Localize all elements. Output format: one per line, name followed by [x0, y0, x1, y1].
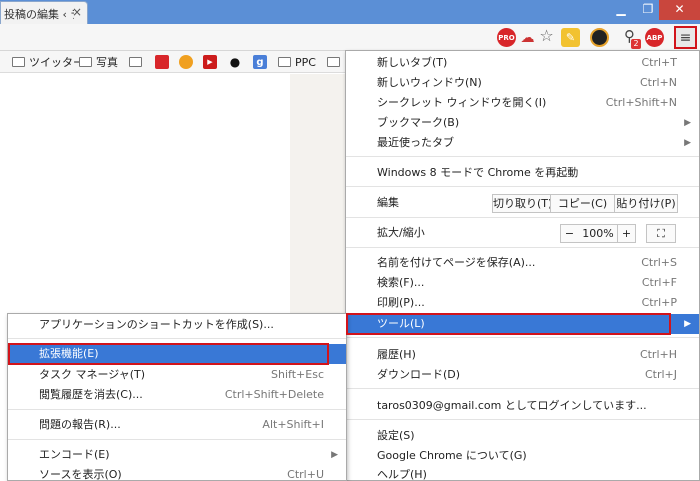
- menu-row-zoom: 拡大/縮小 − 100% + ⛶: [346, 223, 699, 243]
- bookmark-google-icon[interactable]: g: [253, 55, 267, 69]
- tab-title: 投稿の編集 ‹ テ: [4, 8, 74, 21]
- menu-separator: [8, 409, 346, 410]
- chevron-right-icon: ▶: [684, 138, 691, 148]
- annotation-tools-highlight: [346, 313, 671, 335]
- annotation-extensions-highlight: [8, 343, 329, 365]
- menu-item-about[interactable]: Google Chrome について(G): [346, 446, 699, 466]
- pro-extension-icon[interactable]: PRO: [497, 28, 516, 47]
- menu-separator: [346, 419, 699, 420]
- zoom-out-button[interactable]: −: [560, 224, 579, 243]
- submenu-item-report-issue[interactable]: 問題の報告(R)... Alt+Shift+I: [8, 415, 346, 435]
- minimize-button[interactable]: ▁: [607, 0, 635, 20]
- menu-separator: [346, 156, 699, 157]
- bookmark-youtube-icon[interactable]: ▶: [203, 55, 217, 69]
- menu-separator: [346, 388, 699, 389]
- close-tab-icon[interactable]: ×: [72, 5, 82, 19]
- bookmark-eye-icon[interactable]: ●: [228, 55, 242, 69]
- note-icon[interactable]: ✎: [561, 28, 580, 47]
- submenu-item-view-source[interactable]: ソースを表示(O) Ctrl+U: [8, 465, 346, 481]
- menu-item-incognito[interactable]: シークレット ウィンドウを開く(I) Ctrl+Shift+N: [346, 93, 699, 113]
- bookmark-folder[interactable]: 写真: [79, 54, 118, 70]
- menu-item-restart-windows8[interactable]: Windows 8 モードで Chrome を再起動: [346, 163, 699, 183]
- bookmark-folder[interactable]: [129, 54, 146, 70]
- menu-icon[interactable]: ≡: [674, 26, 697, 49]
- chevron-right-icon: ▶: [684, 319, 691, 329]
- cut-button[interactable]: 切り取り(T): [492, 194, 552, 213]
- bookmark-folder[interactable]: PPC: [278, 54, 316, 70]
- chevron-right-icon: ▶: [331, 450, 338, 460]
- toolbar: PRO ☁ ☆ ✎ ⚲ 2 ABP ≡: [0, 24, 700, 51]
- menu-item-history[interactable]: 履歴(H) Ctrl+H: [346, 345, 699, 365]
- chevron-right-icon: ▶: [684, 118, 691, 128]
- menu-separator: [346, 247, 699, 248]
- browser-tab[interactable]: 投稿の編集 ‹ テ ×: [0, 1, 88, 24]
- menu-item-new-window[interactable]: 新しいウィンドウ(N) Ctrl+N: [346, 73, 699, 93]
- menu-item-print[interactable]: 印刷(P)... Ctrl+P: [346, 293, 699, 313]
- close-window-button[interactable]: ✕: [659, 0, 700, 20]
- menu-item-bookmarks[interactable]: ブックマーク(B) ▶: [346, 113, 699, 133]
- adblock-plus-icon[interactable]: ABP: [645, 28, 664, 47]
- tools-submenu: アプリケーションのショートカットを作成(S)... 拡張機能(E) タスク マネ…: [7, 313, 347, 481]
- maximize-button[interactable]: ❐: [634, 0, 662, 20]
- zoom-level: 100%: [578, 224, 618, 243]
- cloud-icon[interactable]: ☁: [518, 28, 537, 47]
- submenu-item-task-manager[interactable]: タスク マネージャ(T) Shift+Esc: [8, 365, 346, 385]
- menu-row-edit: 編集 切り取り(T) コピー(C) 貼り付け(P): [346, 193, 699, 213]
- menu-item-help[interactable]: ヘルプ(H): [346, 465, 699, 481]
- search-badge: 2: [631, 39, 641, 49]
- submenu-item-encoding[interactable]: エンコード(E) ▶: [8, 445, 346, 465]
- folder-icon: [278, 57, 291, 67]
- bookmark-folder[interactable]: ツイッター: [12, 54, 84, 70]
- folder-icon: [327, 57, 340, 67]
- copy-button[interactable]: コピー(C): [550, 194, 615, 213]
- circle-extension-icon[interactable]: [590, 28, 609, 47]
- menu-item-save-page[interactable]: 名前を付けてページを保存(A)... Ctrl+S: [346, 253, 699, 273]
- submenu-item-clear-history[interactable]: 閲覧履歴を消去(C)... Ctrl+Shift+Delete: [8, 385, 346, 405]
- menu-item-find[interactable]: 検索(F)... Ctrl+F: [346, 273, 699, 293]
- chrome-main-menu: 新しいタブ(T) Ctrl+T 新しいウィンドウ(N) Ctrl+N シークレット …: [345, 50, 700, 481]
- zoom-in-button[interactable]: +: [617, 224, 636, 243]
- menu-item-signed-in[interactable]: taros0309@gmail.com としてログインしています...: [346, 396, 699, 416]
- menu-separator: [8, 338, 346, 339]
- bookmark-favicon-red[interactable]: [155, 55, 169, 69]
- menu-item-new-tab[interactable]: 新しいタブ(T) Ctrl+T: [346, 53, 699, 73]
- folder-icon: [79, 57, 92, 67]
- menu-item-downloads[interactable]: ダウンロード(D) Ctrl+J: [346, 365, 699, 385]
- menu-separator: [8, 439, 346, 440]
- menu-item-recent-tabs[interactable]: 最近使ったタブ ▶: [346, 133, 699, 153]
- menu-separator: [346, 217, 699, 218]
- menu-separator: [346, 186, 699, 187]
- tab-strip: 投稿の編集 ‹ テ × ▁ ❐ ✕: [0, 0, 700, 24]
- paste-button[interactable]: 貼り付け(P): [614, 194, 678, 213]
- menu-item-settings[interactable]: 設定(S): [346, 426, 699, 446]
- folder-icon: [12, 57, 25, 67]
- submenu-item-create-shortcut[interactable]: アプリケーションのショートカットを作成(S)...: [8, 315, 346, 335]
- folder-icon: [129, 57, 142, 67]
- menu-separator: [346, 337, 699, 338]
- bookmark-folder[interactable]: [327, 54, 344, 70]
- bookmark-favicon-color[interactable]: [179, 55, 193, 69]
- star-icon[interactable]: ☆: [537, 26, 556, 45]
- fullscreen-button[interactable]: ⛶: [646, 224, 676, 243]
